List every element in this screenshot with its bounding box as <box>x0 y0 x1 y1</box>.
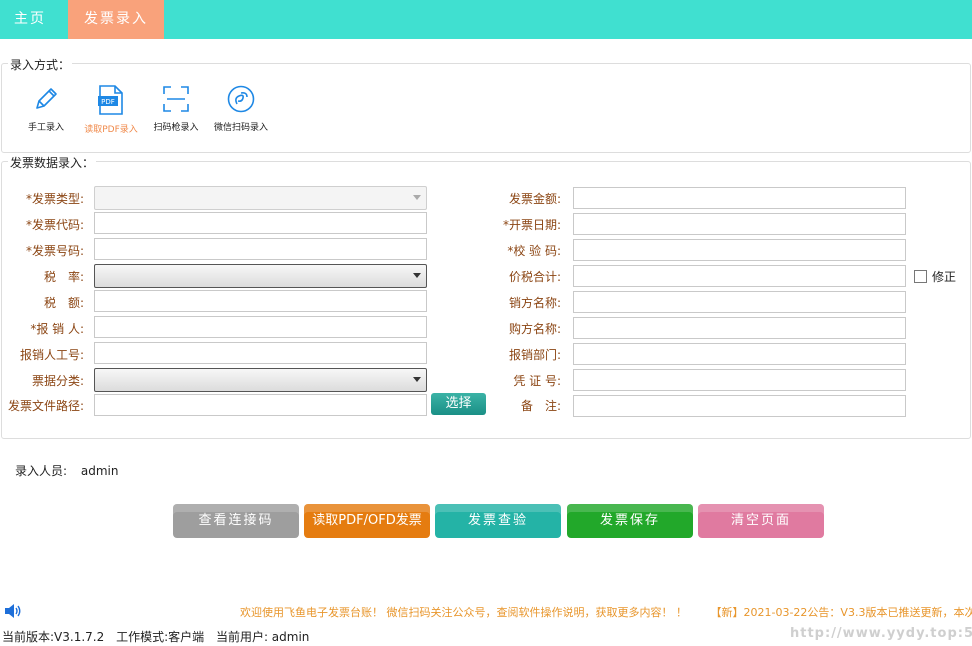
svg-text:PDF: PDF <box>101 98 115 106</box>
reimburse-department-label: 报销部门: <box>508 348 561 362</box>
issue-date-input[interactable] <box>573 213 906 235</box>
entry-method-panel: 录入方式： 手工录入 PDF 读取PDF录入 扫码枪录入 微信扫码录入 <box>1 56 971 153</box>
chevron-down-icon <box>413 195 421 200</box>
invoice-type-label: *发票类型: <box>25 192 84 206</box>
remark-label: 备 注: <box>520 399 561 413</box>
voucher-number-input[interactable] <box>573 369 906 391</box>
watermark: http://www.yydy.top:5 <box>790 626 972 641</box>
chevron-down-icon <box>413 273 421 278</box>
status-version: 当前版本:V3.1.7.2 <box>2 630 105 644</box>
entry-user-label: 录入人员: <box>15 464 68 478</box>
entry-user: 录入人员: admin <box>15 462 118 479</box>
invoice-data-title: 发票数据录入： <box>8 154 97 171</box>
buyer-name-label: 购方名称: <box>508 322 561 336</box>
tax-amount-label: 税 额: <box>43 296 84 310</box>
status-mode: 工作模式:客户端 <box>116 630 205 644</box>
manual-entry-button[interactable]: 手工录入 <box>11 84 81 133</box>
tax-amount-input[interactable] <box>94 290 427 312</box>
entry-method-title: 录入方式： <box>8 56 73 73</box>
manual-entry-label: 手工录入 <box>27 123 64 133</box>
notice-message: 【新】2021-03-22公告：V3.3版本已推送更新，本次更 <box>710 606 972 619</box>
pencil-icon <box>36 88 57 109</box>
remark-input[interactable] <box>573 395 906 417</box>
scan-frame-icon <box>163 86 189 112</box>
pdf-entry-label: 读取PDF录入 <box>84 125 138 135</box>
invoice-code-input[interactable] <box>94 212 427 234</box>
check-code-input[interactable] <box>573 239 906 261</box>
invoice-number-label: *发票号码: <box>25 244 84 258</box>
reimburser-input[interactable] <box>94 316 427 338</box>
invoice-code-label: *发票代码: <box>25 218 84 232</box>
view-connection-code-button[interactable]: 查看连接码 <box>173 504 299 538</box>
status-user: 当前用户: admin <box>215 630 310 644</box>
read-pdf-ofd-button[interactable]: 读取PDF/OFD发票 <box>304 504 430 538</box>
reimburser-label: *报 销 人: <box>30 322 84 336</box>
issue-date-label: *开票日期: <box>502 218 561 232</box>
entry-user-value: admin <box>80 464 119 478</box>
buyer-name-input[interactable] <box>573 317 906 339</box>
scanner-entry-label: 扫码枪录入 <box>153 123 199 133</box>
save-invoice-button[interactable]: 发票保存 <box>567 504 693 538</box>
check-code-label: *校 验 码: <box>507 244 561 258</box>
clear-page-button[interactable]: 清空页面 <box>698 504 824 538</box>
speaker-icon <box>5 604 21 618</box>
total-with-tax-input[interactable] <box>573 265 906 287</box>
tax-rate-label: 税 率: <box>43 270 84 284</box>
bill-category-select[interactable] <box>94 368 427 392</box>
voucher-number-label: 凭 证 号: <box>513 374 561 388</box>
chevron-down-icon <box>413 377 421 382</box>
reimburser-id-input[interactable] <box>94 342 427 364</box>
wechat-entry-button[interactable]: 微信扫码录入 <box>206 84 276 133</box>
invoice-type-select[interactable] <box>94 186 427 210</box>
invoice-file-path-label: 发票文件路径: <box>8 399 85 413</box>
reimburser-id-label: 报销人工号: <box>19 348 84 362</box>
invoice-amount-label: 发票金额: <box>508 192 561 206</box>
tab-home[interactable]: 主页 <box>0 0 60 39</box>
tab-invoice-entry[interactable]: 发票录入 <box>68 0 164 39</box>
invoice-number-input[interactable] <box>94 238 427 260</box>
correct-checkbox[interactable] <box>914 270 927 283</box>
seller-name-label: 销方名称: <box>508 296 561 310</box>
invoice-amount-input[interactable] <box>573 187 906 209</box>
wechat-entry-label: 微信扫码录入 <box>213 123 268 133</box>
choose-file-button[interactable]: 选择 <box>431 393 486 415</box>
tax-rate-select[interactable] <box>94 264 427 288</box>
top-nav-bar: 主页 发票录入 <box>0 0 972 39</box>
correct-checkbox-label: 修正 <box>932 270 957 284</box>
verify-invoice-button[interactable]: 发票查验 <box>435 504 561 538</box>
notice-marquee: 欢迎使用飞鱼电子发票台账！ 微信扫码关注公众号，查阅软件操作说明，获取更多内容！… <box>240 604 972 620</box>
total-with-tax-label: 价税合计: <box>508 270 561 284</box>
bill-category-label: 票据分类: <box>31 374 84 388</box>
wechat-scan-icon <box>227 85 255 113</box>
invoice-file-path-input[interactable] <box>94 394 427 416</box>
scanner-entry-button[interactable]: 扫码枪录入 <box>141 84 211 133</box>
pdf-file-icon: PDF <box>98 85 123 115</box>
status-bar: 当前版本:V3.1.7.2 工作模式:客户端 当前用户: admin <box>2 628 317 645</box>
seller-name-input[interactable] <box>573 291 906 313</box>
pdf-entry-button[interactable]: PDF 读取PDF录入 <box>76 84 146 135</box>
notice-message: 欢迎使用飞鱼电子发票台账！ 微信扫码关注公众号，查阅软件操作说明，获取更多内容！… <box>240 606 687 619</box>
reimburse-department-input[interactable] <box>573 343 906 365</box>
